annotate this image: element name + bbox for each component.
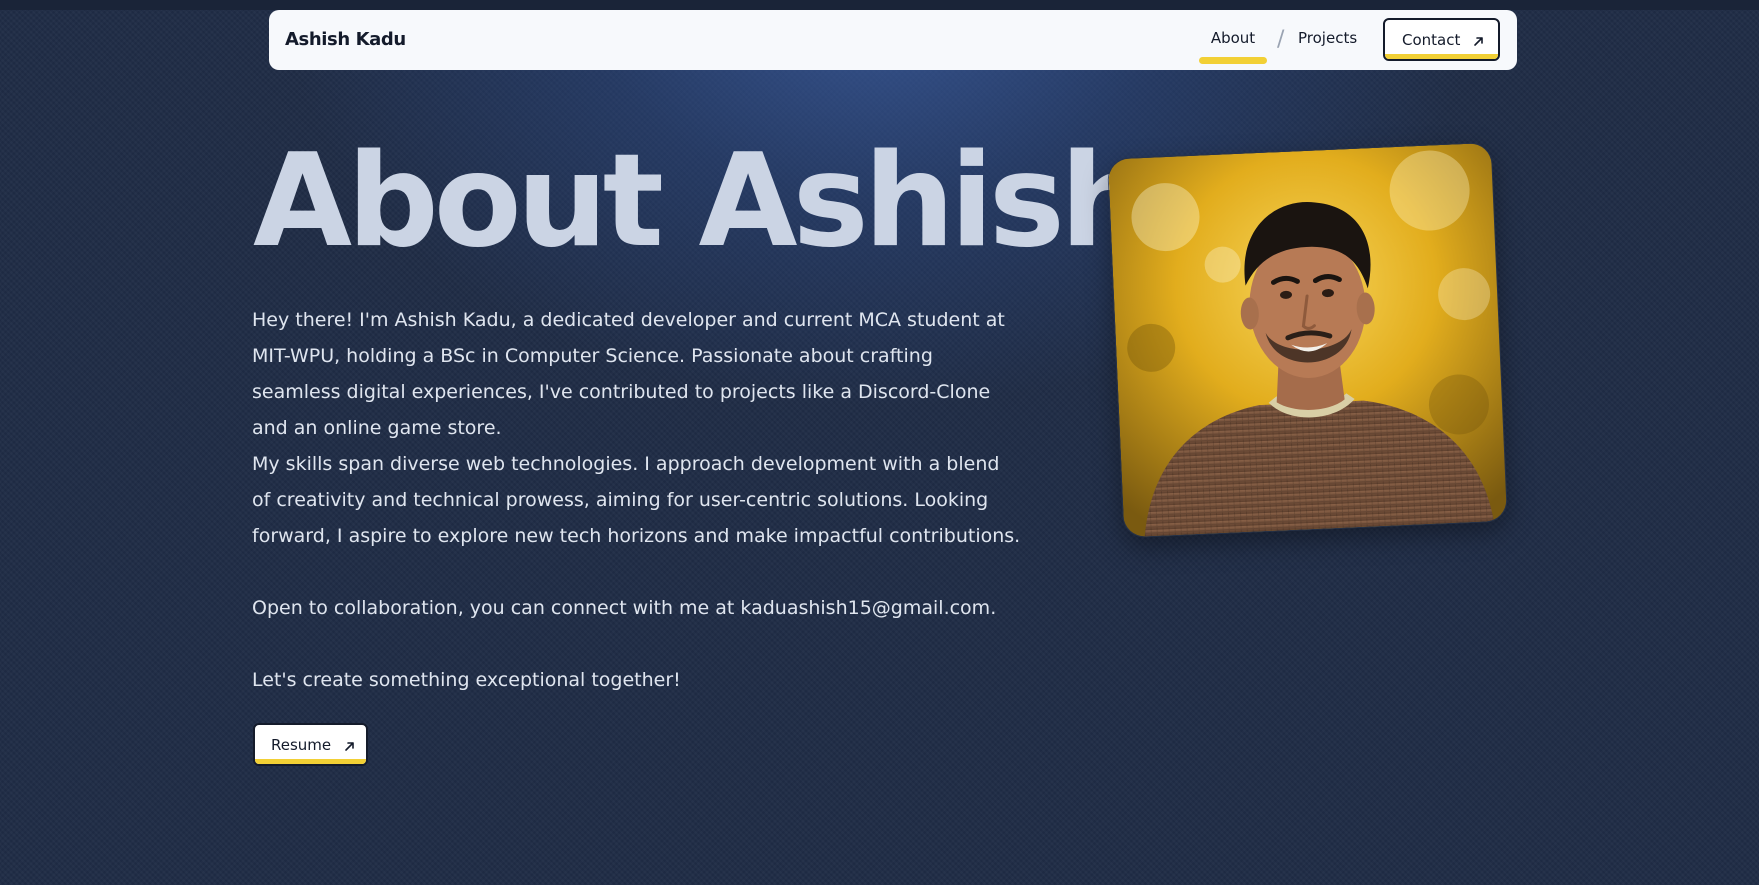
resume-accent-bar xyxy=(255,759,366,764)
about-paragraph-skills: My skills span diverse web technologies.… xyxy=(252,453,1021,547)
about-paragraph-intro: Hey there! I'm Ashish Kadu, a dedicated … xyxy=(252,309,1005,439)
contact-accent-bar xyxy=(1385,54,1498,59)
arrow-up-right-icon xyxy=(1474,37,1483,46)
contact-button[interactable]: Contact xyxy=(1383,18,1500,61)
resume-button[interactable]: Resume xyxy=(253,723,368,766)
top-strip xyxy=(0,0,1759,10)
active-underline xyxy=(1199,57,1267,64)
brand-name[interactable]: Ashish Kadu xyxy=(285,29,406,50)
about-paragraph-closing: Let's create something exceptional toget… xyxy=(252,669,681,691)
navbar: Ashish Kadu About / Projects Contact xyxy=(269,10,1517,70)
nav-link-about[interactable]: About xyxy=(1198,29,1268,64)
page-title: About Ashish xyxy=(253,127,1151,276)
contact-label: Contact xyxy=(1402,31,1461,49)
nav-about-label: About xyxy=(1210,29,1256,47)
arrow-up-right-icon xyxy=(345,742,354,751)
nav-link-projects[interactable]: Projects xyxy=(1298,29,1357,47)
resume-label: Resume xyxy=(271,736,332,754)
profile-photo xyxy=(1106,141,1509,539)
portrait-illustration xyxy=(1107,142,1509,539)
about-paragraph-contact: Open to collaboration, you can connect w… xyxy=(252,597,997,619)
nav-projects-label: Projects xyxy=(1298,29,1358,47)
nav-separator: / xyxy=(1277,27,1285,52)
